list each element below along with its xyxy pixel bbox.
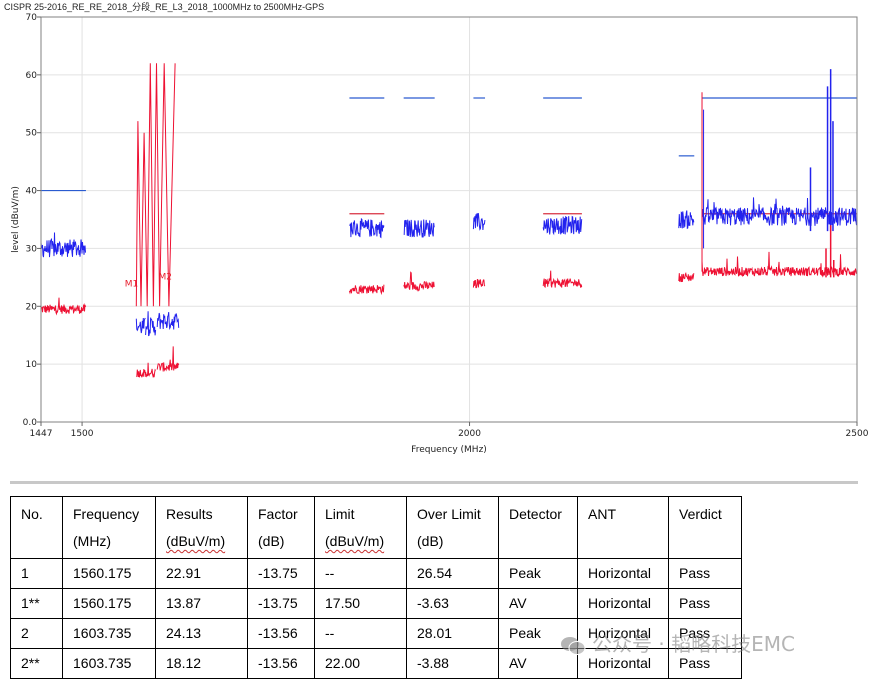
table-cell: 22.00 [314,648,407,679]
table-cell: 13.87 [155,588,248,619]
column-header: Factor (dB) [247,496,315,559]
table-cell: -13.56 [247,648,315,679]
table-cell: 1** [10,588,63,619]
average-trace-segment [156,346,180,372]
peak-trace-segment [145,311,157,337]
wechat-icon [561,636,586,655]
average-trace-segment [145,362,157,379]
table-cell: 26.54 [406,558,499,589]
table-cell: -13.56 [247,618,315,649]
y-tick-label: 60 [26,71,38,81]
column-header: Results (dBuV/m) [155,496,248,559]
column-header: No. [10,496,63,559]
section-divider [10,481,858,484]
column-header-label: No. [21,506,43,522]
table-cell: 1560.175 [62,588,156,619]
peak-trace-segment [156,312,180,331]
table-cell: -3.63 [406,588,499,619]
peak-trace-segment [542,215,583,236]
column-header: ANT [577,496,669,559]
column-header-label: Over Limit [417,506,481,522]
watermark: 公众号 · 韬略科技EMC [560,628,795,657]
peak-trace-segment [135,317,146,334]
table-cell: 22.91 [155,558,248,589]
table-cell: Horizontal [577,558,669,589]
peak-trace-segment [349,217,385,239]
table-cell: Pass [668,588,742,619]
table-cell: 1603.735 [62,648,156,679]
column-header-unit: (MHz) [73,533,112,549]
column-header-label: ANT [588,506,616,522]
y-tick-label: 50 [26,129,38,139]
table-cell: Horizontal [577,588,669,619]
y-tick-label: 40 [26,187,38,197]
table-cell: -13.75 [247,588,315,619]
average-trace-segment [403,271,435,292]
table-row: 1 1560.175 22.91 -13.75 -- 26.54 Peak Horizonta… [10,558,742,589]
table-cell: -- [314,618,407,649]
column-header-unit: (dB) [417,533,444,549]
table-cell: 17.50 [314,588,407,619]
column-header: Frequency (MHz) [62,496,156,559]
column-header-label: Detector [509,506,562,522]
table-cell: Pass [668,558,742,589]
column-header-label: Frequency [73,506,140,522]
column-header-unit: (dBuV/m) [325,533,385,549]
column-header-label: Verdict [679,506,722,522]
table-cell: 28.01 [406,618,499,649]
table-header-row: No. Frequency (MHz) Results (dBuV/m) Factor (d… [10,496,742,559]
emissions-chart: M1 M2 0.0 10 20 30 40 50 60 70 1447 1500 2000 2500 F… [11,13,869,455]
marker-label: M2 [158,272,172,282]
y-tick-label: 0.0 [23,418,38,428]
average-trace-segment [40,297,86,316]
column-header: Limit (dBuV/m) [314,496,407,559]
y-tick-label: 30 [26,244,38,254]
table-cell: Peak [498,558,578,589]
column-header-label: Factor [258,506,298,522]
table-cell: 1 [10,558,63,589]
sweep-connector [135,63,176,307]
column-header: Over Limit (dB) [406,496,499,559]
table-cell: AV [498,588,578,619]
average-trace-segment [678,271,695,283]
peak-trace-segment [403,219,435,238]
average-trace-segment [472,278,486,289]
column-header-label: Results [166,506,213,522]
average-trace-segment [136,369,146,378]
y-tick-label: 70 [26,13,38,23]
table-cell: -3.88 [406,648,499,679]
table-cell: 24.13 [155,618,248,649]
average-trace-segment [348,284,385,296]
marker-label: M1 [125,279,139,289]
column-header: Detector [498,496,578,559]
x-axis-label: Frequency (MHz) [411,445,487,455]
peak-trace-segment [472,213,486,231]
column-header: Verdict [668,496,742,559]
y-axis-label: level (dBuV/m) [11,186,21,253]
x-tick-label: 1447 [30,429,53,439]
y-tick-label: 10 [26,360,38,370]
table-cell: -13.75 [247,558,315,589]
x-tick-label: 2500 [846,429,869,439]
table-row: 1** 1560.175 13.87 -13.75 17.50 -3.63 AV Horizo… [10,588,742,619]
x-tick-label: 2000 [458,429,481,439]
column-header-unit: (dBuV/m) [166,533,226,549]
column-header-unit: (dB) [258,533,285,549]
column-header-label: Limit [325,506,355,522]
peak-trace-segment [40,232,86,258]
table-cell: 2** [10,648,63,679]
peak-trace-segment [678,210,695,230]
table-cell: -- [314,558,407,589]
average-trace-segment [542,270,583,288]
table-cell: 2 [10,618,63,649]
table-cell: 1560.175 [62,558,156,589]
x-tick-label: 1500 [71,429,94,439]
table-cell: 18.12 [155,648,248,679]
watermark-text: 公众号 · 韬略科技EMC [592,632,795,656]
y-tick-label: 20 [26,302,38,312]
table-cell: 1603.735 [62,618,156,649]
